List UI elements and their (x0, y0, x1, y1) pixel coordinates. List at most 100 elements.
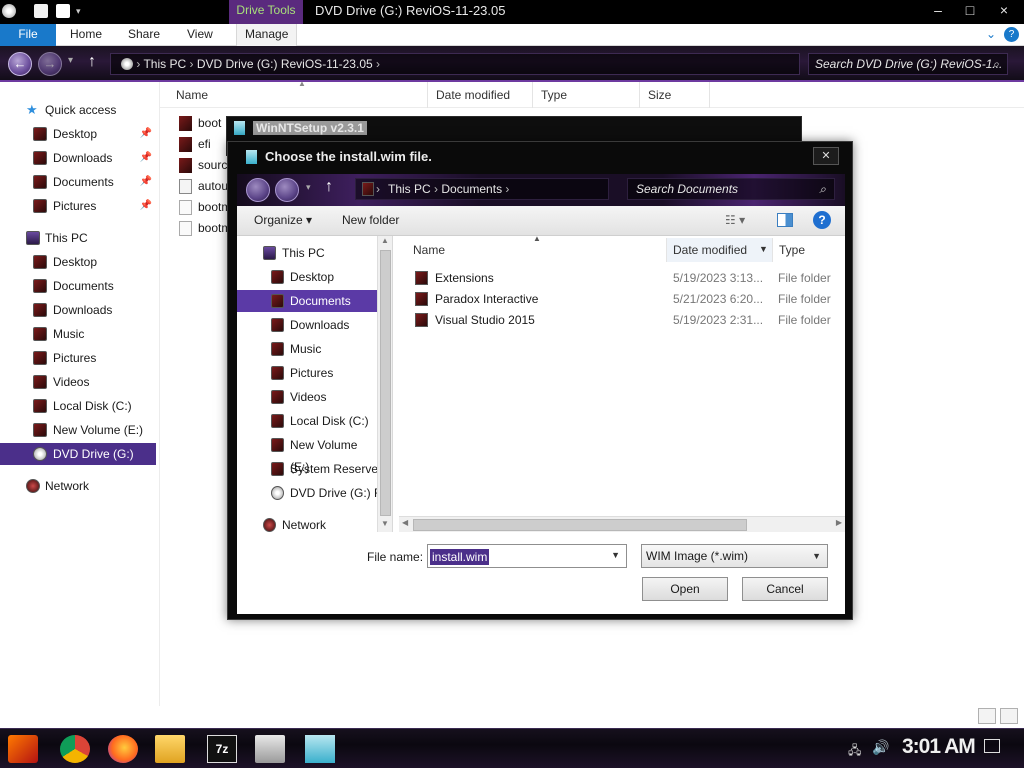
back-button[interactable]: ← (8, 52, 32, 76)
firefox-icon[interactable] (108, 735, 138, 763)
dialog-search-input[interactable]: Search Documents ⌕ (627, 178, 835, 200)
tab-manage[interactable]: Manage (236, 24, 298, 46)
7zip-icon[interactable]: 7z (207, 735, 237, 763)
sidebar-item-this-pc[interactable]: This PC (0, 227, 160, 249)
sidebar-item-dvd-drive-g[interactable]: DVD Drive (G:) Revi (0, 443, 156, 483)
dialog-nav-downloads[interactable]: Downloads (237, 314, 377, 336)
tab-file[interactable]: File (0, 24, 56, 46)
sidebar-item-documents[interactable]: Documents 📌 (0, 171, 160, 193)
breadcrumb-this-pc[interactable]: This PC (388, 182, 431, 196)
column-header-type[interactable]: Type (773, 238, 845, 262)
file-row-visual-studio-2015[interactable]: Visual Studio 2015 5/19/2023 2:31... Fil… (411, 310, 841, 331)
file-row-boot[interactable]: boot (176, 113, 221, 134)
taskbar-clock[interactable]: 3:01 AM (902, 735, 976, 759)
winntsetup-taskbar-icon[interactable] (305, 735, 335, 763)
sidebar-item-pc-desktop[interactable]: Desktop (0, 251, 160, 273)
sidebar-item-network[interactable]: Network (0, 475, 160, 497)
file-row-efi[interactable]: efi (176, 134, 211, 155)
column-header-size[interactable]: Size (640, 82, 710, 108)
file-explorer-icon[interactable] (155, 735, 185, 763)
recent-locations-icon[interactable]: ▾ (68, 55, 73, 66)
forward-button[interactable] (275, 178, 299, 202)
help-icon[interactable]: ? (1004, 27, 1019, 42)
dialog-nav-desktop[interactable]: Desktop (237, 266, 377, 288)
sidebar-item-pc-pictures[interactable]: Pictures (0, 347, 160, 369)
dialog-nav-this-pc[interactable]: This PC (237, 242, 377, 264)
file-row-sources[interactable]: sourc (176, 155, 227, 176)
dialog-file-list-scrollbar[interactable]: ◀ ▶ (399, 516, 845, 532)
help-icon[interactable]: ? (813, 211, 831, 229)
dialog-nav-scrollbar[interactable]: ▲ ▼ (377, 236, 392, 532)
network-tray-icon[interactable]: 🖧 (848, 741, 861, 762)
file-row-bootmgr-efi[interactable]: bootm (176, 218, 231, 239)
sidebar-item-pc-videos[interactable]: Videos (0, 371, 160, 393)
scroll-thumb[interactable] (413, 519, 747, 531)
sidebar-item-quick-access[interactable]: ★ Quick access (0, 99, 160, 121)
maximize-button[interactable]: □ (960, 2, 980, 18)
search-input[interactable]: Search DVD Drive (G:) ReviOS-1... ⌕ (808, 53, 1008, 75)
breadcrumb-documents[interactable]: Documents (441, 182, 502, 196)
scroll-thumb[interactable] (380, 250, 391, 516)
file-row-paradox-interactive[interactable]: Paradox Interactive 5/21/2023 6:20... Fi… (411, 289, 841, 310)
up-arrow-icon[interactable]: ↑ (325, 178, 333, 196)
column-dropdown-icon[interactable]: ▼ (759, 244, 768, 254)
expand-ribbon-icon[interactable]: ⌄ (986, 27, 996, 41)
chrome-icon[interactable] (60, 735, 90, 763)
details-view-icon[interactable] (978, 708, 996, 724)
file-name-input[interactable]: install.wim ▼ (427, 544, 627, 568)
large-icons-view-icon[interactable] (1000, 708, 1018, 724)
dialog-path-field[interactable]: › This PC › Documents › (355, 178, 609, 200)
open-button[interactable]: Open (642, 577, 728, 601)
forward-button[interactable]: → (38, 52, 62, 76)
column-header-type[interactable]: Type (533, 82, 640, 108)
action-center-icon[interactable] (984, 739, 1000, 753)
breadcrumb-this-pc[interactable]: This PC (143, 57, 186, 71)
start-button[interactable] (8, 735, 38, 763)
column-header-name[interactable]: Name (397, 238, 667, 262)
preview-pane-icon[interactable] (777, 213, 793, 227)
change-view-icon[interactable]: ☷ ▾ (725, 213, 745, 227)
column-header-date-modified[interactable]: Date modified (428, 82, 533, 108)
properties-icon[interactable] (34, 4, 48, 18)
dialog-close-button[interactable]: ✕ (813, 147, 839, 165)
dialog-nav-dvd-drive-g[interactable]: DVD Drive (G:) R (237, 482, 383, 504)
sidebar-item-pc-music[interactable]: Music (0, 323, 160, 345)
up-arrow-icon[interactable]: ↑ (88, 53, 96, 71)
customize-quick-access-icon[interactable]: ▾ (76, 4, 86, 18)
tab-home[interactable]: Home (70, 24, 102, 46)
sidebar-item-local-disk-c[interactable]: Local Disk (C:) (0, 395, 160, 417)
file-row-bootmgr[interactable]: bootm (176, 197, 231, 218)
chevron-down-icon[interactable]: ▼ (611, 550, 620, 560)
sidebar-item-downloads[interactable]: Downloads 📌 (0, 147, 160, 169)
column-header-date-modified[interactable]: Date modified (667, 238, 773, 262)
volume-tray-icon[interactable]: 🔊 (872, 739, 889, 756)
drive-tools-context-tab[interactable]: Drive Tools (229, 0, 303, 24)
tab-view[interactable]: View (187, 24, 213, 46)
sidebar-item-new-volume-e[interactable]: New Volume (E:) (0, 419, 160, 441)
recent-locations-icon[interactable]: ▾ (306, 182, 311, 193)
sidebar-item-pictures[interactable]: Pictures 📌 (0, 195, 160, 217)
dialog-nav-local-disk-c[interactable]: Local Disk (C:) (237, 410, 377, 432)
dialog-nav-music[interactable]: Music (237, 338, 377, 360)
close-button[interactable]: × (994, 2, 1014, 18)
sidebar-item-pc-documents[interactable]: Documents (0, 275, 160, 297)
dialog-nav-videos[interactable]: Videos (237, 386, 377, 408)
dialog-nav-system-reserved[interactable]: System Reserved (237, 458, 385, 480)
minimize-button[interactable]: – (928, 2, 948, 18)
address-field[interactable]: › This PC › DVD Drive (G:) ReviOS-11-23.… (110, 53, 800, 75)
cancel-button[interactable]: Cancel (742, 577, 828, 601)
organize-button[interactable]: Organize ▾ (254, 213, 312, 227)
sidebar-item-desktop[interactable]: Desktop 📌 (0, 123, 160, 145)
sidebar-item-pc-downloads[interactable]: Downloads (0, 299, 160, 321)
dvd-drive-icon[interactable] (2, 4, 16, 18)
new-folder-button[interactable]: New folder (342, 213, 399, 227)
dialog-nav-network[interactable]: Network (237, 514, 377, 532)
new-folder-icon[interactable] (56, 4, 70, 18)
breadcrumb-dvd-drive[interactable]: DVD Drive (G:) ReviOS-11-23.05 (197, 57, 373, 71)
file-row-extensions[interactable]: Extensions 5/19/2023 3:13... File folder (411, 268, 841, 289)
setup-app-icon[interactable] (255, 735, 285, 763)
dialog-nav-pictures[interactable]: Pictures (237, 362, 377, 384)
dialog-nav-documents[interactable]: Documents (237, 290, 377, 312)
file-row-autorun[interactable]: autou (176, 176, 228, 197)
dialog-nav-new-volume-e[interactable]: New Volume (E:) (237, 434, 377, 474)
